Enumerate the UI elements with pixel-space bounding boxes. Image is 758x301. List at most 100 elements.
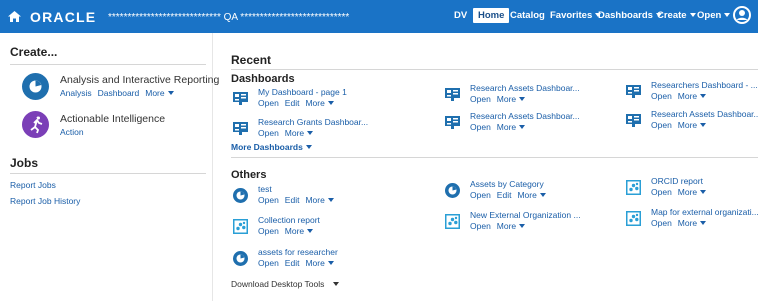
more-label: More <box>677 218 698 228</box>
report-icon <box>233 219 248 234</box>
dashboard-name[interactable]: Research Assets Dashboar... <box>470 83 580 93</box>
item-actions: Open Edit More <box>258 98 340 108</box>
more-link[interactable]: More <box>497 122 526 132</box>
chevron-down-icon <box>700 190 707 194</box>
more-link[interactable]: More <box>678 91 707 101</box>
more-link[interactable]: More <box>678 120 707 130</box>
dashboard-icon <box>233 92 248 105</box>
nav-open[interactable]: Open <box>697 10 731 21</box>
open-link[interactable]: Open <box>258 195 279 205</box>
chevron-down-icon <box>307 131 314 135</box>
chevron-down-icon <box>539 193 546 197</box>
chevron-down-icon <box>700 94 707 98</box>
actionable-title[interactable]: Actionable Intelligence <box>60 113 165 125</box>
item-name[interactable]: Assets by Category <box>470 179 544 189</box>
download-desktop-tools-link[interactable]: Download Desktop Tools <box>231 279 340 289</box>
open-link[interactable]: Open <box>258 128 279 138</box>
nav-label: DV <box>454 10 468 21</box>
item-name[interactable]: test <box>258 184 272 194</box>
open-link[interactable]: Open <box>470 221 491 231</box>
dashboard-name[interactable]: Researchers Dashboard - ... <box>651 80 758 90</box>
nav-create[interactable]: Create <box>657 10 696 21</box>
more-link[interactable]: More <box>517 190 546 200</box>
item-name[interactable]: New External Organization ... <box>470 210 581 220</box>
nav-label: Dashboards <box>598 10 653 21</box>
more-label: More <box>496 221 517 231</box>
create-more-link[interactable]: More <box>145 88 174 98</box>
report-jobs-link[interactable]: Report Jobs <box>10 180 56 190</box>
more-label: More <box>677 187 698 197</box>
dashboard-name[interactable]: Research Assets Dashboar... <box>651 109 758 119</box>
sidebar: Create... Analysis and Interactive Repor… <box>0 33 219 301</box>
chevron-down-icon <box>327 101 334 105</box>
dashboard-name[interactable]: My Dashboard - page 1 <box>258 87 347 97</box>
analysis-title[interactable]: Analysis and Interactive Reporting <box>60 74 219 86</box>
edit-link[interactable]: Edit <box>285 98 300 108</box>
item-actions: Open Edit More <box>258 258 340 268</box>
recent-heading: Recent <box>231 53 272 67</box>
item-name[interactable]: assets for researcher <box>258 247 338 257</box>
open-link[interactable]: Open <box>651 218 672 228</box>
dashboard-icon <box>445 116 460 129</box>
nav-label: Home <box>478 10 505 21</box>
nav-dashboards[interactable]: Dashboards <box>598 10 662 21</box>
divider <box>231 69 758 70</box>
divider <box>231 157 758 158</box>
more-link[interactable]: More <box>305 195 334 205</box>
app-title: ***************************** QA *******… <box>108 12 350 23</box>
dashboard-name[interactable]: Research Assets Dashboar... <box>470 111 580 121</box>
item-actions: Open More <box>470 221 531 231</box>
item-name[interactable]: ORCID report <box>651 176 703 186</box>
nav-home[interactable]: Home <box>473 8 510 23</box>
open-link[interactable]: Open <box>470 190 491 200</box>
more-link[interactable]: More <box>677 218 707 228</box>
dashboard-icon <box>233 122 248 135</box>
more-label: More <box>145 88 165 98</box>
item-name[interactable]: Map for external organizati... <box>651 207 758 217</box>
report-job-history-link[interactable]: Report Job History <box>10 196 80 206</box>
edit-link[interactable]: Edit <box>285 195 300 205</box>
create-heading: Create... <box>10 45 58 59</box>
analysis-icon <box>445 183 460 198</box>
more-link[interactable]: More <box>285 128 314 138</box>
dashboard-name[interactable]: Research Grants Dashboar... <box>258 117 368 127</box>
more-link[interactable]: More <box>305 98 334 108</box>
home-icon[interactable] <box>8 11 21 22</box>
item-name[interactable]: Collection report <box>258 215 320 225</box>
open-link[interactable]: Open <box>258 98 279 108</box>
open-link[interactable]: Open <box>651 120 672 130</box>
nav-dv[interactable]: DV <box>454 10 467 21</box>
nav-catalog[interactable]: Catalog <box>510 10 545 21</box>
open-link[interactable]: Open <box>651 187 672 197</box>
nav-label: Favorites <box>550 10 593 21</box>
item-actions: Open Edit More <box>258 195 340 205</box>
item-actions: Open Edit More <box>470 190 552 200</box>
item-actions: Open More <box>470 122 531 132</box>
more-link[interactable]: More <box>677 187 707 197</box>
edit-link[interactable]: Edit <box>497 190 512 200</box>
chevron-down-icon <box>327 198 334 202</box>
item-actions: Open More <box>258 128 319 138</box>
open-link[interactable]: Open <box>470 122 491 132</box>
open-link[interactable]: Open <box>651 91 672 101</box>
more-link[interactable]: More <box>497 94 526 104</box>
chevron-down-icon <box>519 125 526 129</box>
report-icon <box>626 180 641 195</box>
more-dashboards-link[interactable]: More Dashboards <box>231 142 312 152</box>
create-dashboard-link[interactable]: Dashboard <box>98 88 140 98</box>
open-link[interactable]: Open <box>258 226 279 236</box>
nav-label: Catalog <box>510 10 545 21</box>
dashboard-icon <box>626 85 641 98</box>
nav-favorites[interactable]: Favorites <box>550 10 602 21</box>
more-link[interactable]: More <box>285 226 314 236</box>
open-link[interactable]: Open <box>470 94 491 104</box>
more-link[interactable]: More <box>496 221 526 231</box>
dashboards-heading: Dashboards <box>231 73 295 85</box>
dashboard-icon <box>445 88 460 101</box>
open-link[interactable]: Open <box>258 258 279 268</box>
more-link[interactable]: More <box>305 258 334 268</box>
create-action-link[interactable]: Action <box>60 127 84 137</box>
edit-link[interactable]: Edit <box>285 258 300 268</box>
user-avatar-icon[interactable] <box>733 6 751 24</box>
create-analysis-link[interactable]: Analysis <box>60 88 92 98</box>
